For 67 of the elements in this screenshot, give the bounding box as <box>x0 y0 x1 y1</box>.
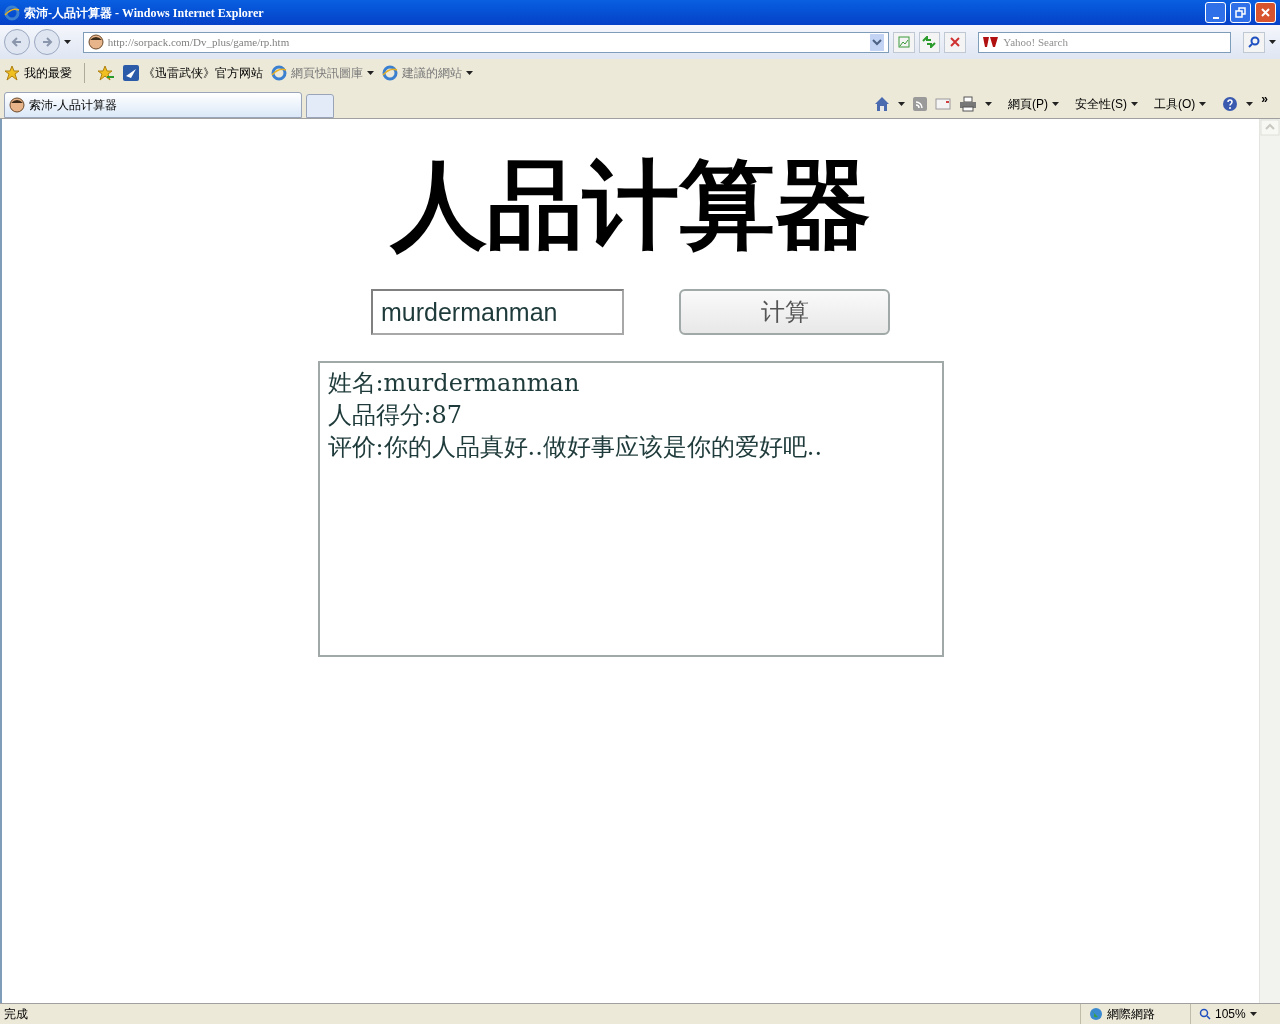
favorites-menu[interactable]: 網頁快訊圖庫 <box>271 64 374 82</box>
forward-arrow-icon <box>40 36 53 48</box>
caret-icon[interactable] <box>1131 102 1138 106</box>
search-icon <box>1248 36 1260 48</box>
caret-icon[interactable] <box>63 40 71 44</box>
search-button[interactable] <box>1243 31 1265 53</box>
command-menu[interactable]: 工具(O) <box>1154 95 1207 113</box>
zone-label: 網際網路 <box>1107 1006 1155 1023</box>
result-line: 姓名:murdermanman <box>327 368 581 399</box>
command-menu[interactable]: 網頁(P) <box>1008 95 1059 113</box>
search-field[interactable]: Yahoo! Search <box>978 31 1232 53</box>
feed-icon[interactable] <box>913 97 927 111</box>
close-icon <box>1260 7 1271 18</box>
printer-icon[interactable] <box>959 96 977 112</box>
caret-icon[interactable] <box>1246 102 1254 106</box>
caret-icon[interactable] <box>985 102 992 106</box>
back-arrow-icon <box>10 36 23 48</box>
ie-icon <box>271 65 287 81</box>
caret-icon[interactable] <box>466 71 473 75</box>
face-icon <box>87 34 104 50</box>
result-line: 评价:你的人品真好..做好事应该是你的爱好吧.. <box>327 432 824 463</box>
star-icon <box>4 65 20 81</box>
globe-icon <box>1089 1007 1103 1021</box>
address-field[interactable]: http://sorpack.com/Dv_plus/game/rp.htm <box>82 31 889 53</box>
home-icon[interactable] <box>874 96 890 112</box>
name-input[interactable]: murdermanman <box>371 289 624 335</box>
stop-button[interactable] <box>944 31 967 53</box>
minimize-button[interactable] <box>1205 2 1226 23</box>
close-button[interactable] <box>1255 2 1276 23</box>
mail-icon[interactable] <box>935 98 951 110</box>
search-input[interactable]: Yahoo! Search <box>1003 33 1227 51</box>
favorites-button[interactable]: 我的最愛 <box>4 64 72 82</box>
caret-icon[interactable] <box>367 71 374 75</box>
add-favorite-icon[interactable] <box>97 65 115 81</box>
close-icon <box>950 37 961 47</box>
caret-icon[interactable] <box>1199 102 1207 106</box>
caret-icon[interactable] <box>1268 40 1276 44</box>
help-icon[interactable] <box>1222 96 1239 112</box>
page-heading: 人品计算器 <box>390 157 871 253</box>
search-provider-icon <box>983 37 1000 47</box>
back-button[interactable] <box>4 29 30 55</box>
favorites-menu[interactable]: 建議的網站 <box>382 64 473 82</box>
ie-icon <box>4 4 20 21</box>
window-title: 索沛-人品计算器 - Windows Internet Explorer <box>24 4 264 22</box>
overflow-chevron[interactable]: » <box>1261 90 1268 108</box>
caret-icon[interactable] <box>898 102 905 106</box>
caret-icon[interactable] <box>1249 1012 1257 1016</box>
restore-icon <box>1235 7 1246 18</box>
browser-tab[interactable]: 索沛-人品计算器 <box>4 92 302 118</box>
result-box[interactable]: 姓名:murdermanman 人品得分:87 评价:你的人品真好..做好事应该是你的爱好吧.. <box>317 361 944 657</box>
refresh-icon <box>922 36 937 48</box>
address-url: http://sorpack.com/Dv_plus/game/rp.htm <box>107 34 291 50</box>
refresh-button[interactable] <box>918 31 941 53</box>
caret-icon[interactable] <box>1052 102 1059 106</box>
minimize-icon <box>1212 16 1219 19</box>
page-icon <box>897 36 910 48</box>
face-icon <box>9 97 25 113</box>
status-text: 完成 <box>3 1006 29 1023</box>
calculate-button[interactable]: 计算 <box>679 289 890 335</box>
zoom-icon <box>1199 1008 1211 1020</box>
result-line: 人品得分:87 <box>327 400 464 431</box>
ie-icon <box>382 65 398 81</box>
scrollbar[interactable] <box>1259 119 1280 1003</box>
favorites-link[interactable]: 《迅雷武侠》官方网站 <box>123 64 263 82</box>
restore-button[interactable] <box>1230 2 1251 23</box>
command-menu[interactable]: 安全性(S) <box>1075 95 1138 113</box>
zoom-button[interactable]: 105% <box>1190 1004 1280 1024</box>
